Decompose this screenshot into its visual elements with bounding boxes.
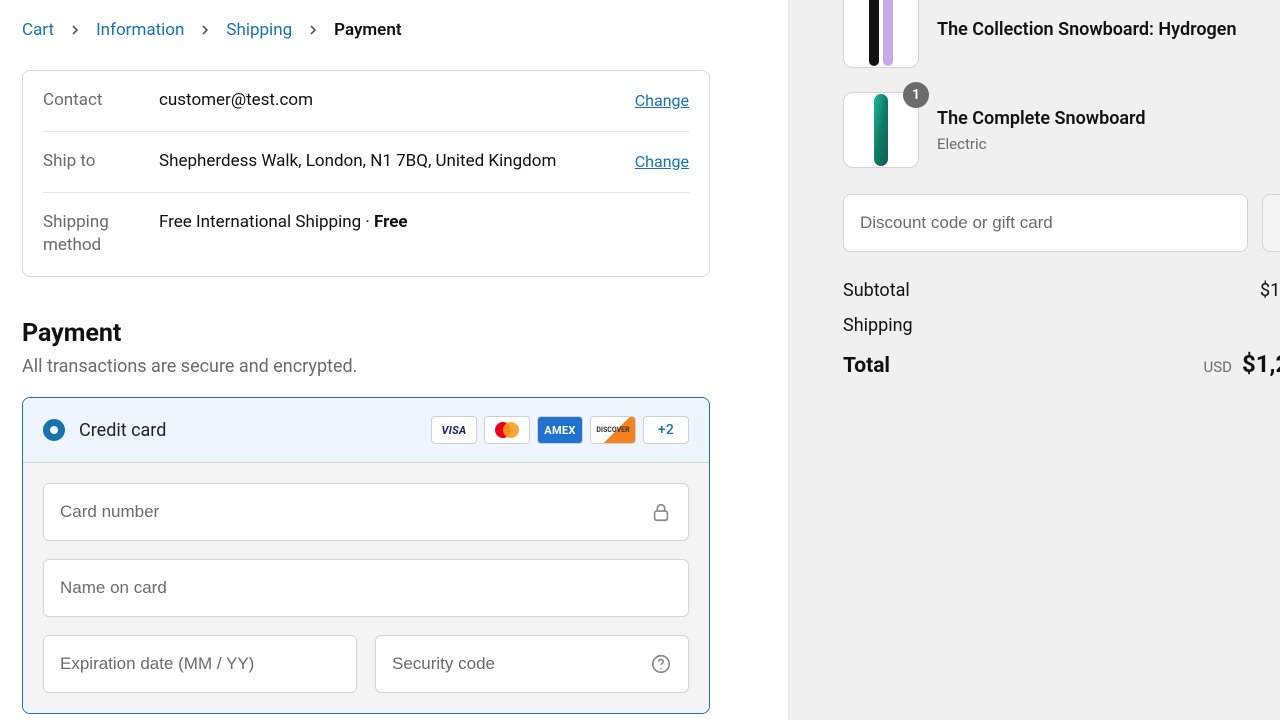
subtotal-label: Subtotal bbox=[843, 280, 1260, 301]
payment-method-block: Credit card VISA AMEX DISCOVER +2 bbox=[22, 397, 710, 714]
lock-icon bbox=[650, 501, 672, 523]
help-icon[interactable] bbox=[650, 653, 672, 675]
change-shipto-link[interactable]: Change bbox=[635, 150, 689, 171]
review-row-contact: Contact customer@test.com Change bbox=[43, 71, 689, 131]
chevron-right-icon bbox=[200, 25, 210, 35]
subtotal-row: Subtotal $1 bbox=[843, 280, 1280, 301]
breadcrumb-payment: Payment bbox=[334, 20, 401, 40]
apply-discount-button[interactable] bbox=[1262, 194, 1280, 252]
card-number-field-wrap bbox=[43, 483, 689, 541]
review-box: Contact customer@test.com Change Ship to… bbox=[22, 70, 710, 277]
mastercard-icon bbox=[484, 416, 530, 444]
product-thumb bbox=[843, 0, 919, 68]
review-label: Shipping method bbox=[43, 211, 159, 259]
payment-fields bbox=[23, 463, 709, 713]
breadcrumb-cart[interactable]: Cart bbox=[22, 20, 54, 40]
total-currency: USD bbox=[1204, 358, 1232, 376]
total-row: Total USD $1,2 bbox=[843, 350, 1280, 378]
cart-item-variant: Electric bbox=[937, 135, 1146, 153]
more-cards-badge: +2 bbox=[643, 416, 689, 444]
review-label: Contact bbox=[43, 89, 159, 113]
chevron-right-icon bbox=[308, 25, 318, 35]
expiration-field-wrap bbox=[43, 635, 357, 693]
change-contact-link[interactable]: Change bbox=[635, 89, 689, 110]
review-label: Ship to bbox=[43, 150, 159, 174]
payment-method-label: Credit card bbox=[79, 420, 431, 441]
amex-icon: AMEX bbox=[537, 416, 583, 444]
shipping-label: Shipping bbox=[843, 315, 1280, 336]
security-code-field[interactable] bbox=[392, 654, 672, 674]
breadcrumb-shipping[interactable]: Shipping bbox=[226, 20, 292, 40]
chevron-right-icon bbox=[70, 25, 80, 35]
total-label: Total bbox=[843, 354, 1204, 378]
review-method-value: Free International Shipping · Free bbox=[159, 211, 689, 235]
visa-icon: VISA bbox=[431, 416, 477, 444]
name-on-card-field-wrap bbox=[43, 559, 689, 617]
discover-icon: DISCOVER bbox=[590, 416, 636, 444]
cart-item: The Collection Snowboard: Hydrogen bbox=[843, 0, 1280, 80]
card-brand-icons: VISA AMEX DISCOVER +2 bbox=[431, 416, 689, 444]
review-row-shipto: Ship to Shepherdess Walk, London, N1 7BQ… bbox=[43, 131, 689, 192]
expiration-field[interactable] bbox=[60, 654, 340, 674]
cart-item-title: The Collection Snowboard: Hydrogen bbox=[937, 18, 1237, 41]
payment-subheading: All transactions are secure and encrypte… bbox=[22, 356, 788, 377]
radio-selected-icon bbox=[43, 419, 65, 441]
security-code-field-wrap bbox=[375, 635, 689, 693]
cart-item-title: The Complete Snowboard bbox=[937, 107, 1146, 130]
name-on-card-field[interactable] bbox=[60, 578, 672, 598]
subtotal-value: $1 bbox=[1260, 280, 1280, 301]
card-number-field[interactable] bbox=[60, 502, 672, 522]
payment-method-credit-card[interactable]: Credit card VISA AMEX DISCOVER +2 bbox=[23, 398, 709, 463]
review-contact-value: customer@test.com bbox=[159, 89, 635, 113]
discount-field-wrap bbox=[843, 194, 1248, 252]
discount-field[interactable] bbox=[860, 213, 1231, 233]
cart-item: 1 The Complete Snowboard Electric bbox=[843, 80, 1280, 180]
quantity-badge: 1 bbox=[903, 82, 929, 108]
shipping-row: Shipping bbox=[843, 315, 1280, 336]
payment-heading: Payment bbox=[22, 319, 788, 348]
review-shipto-value: Shepherdess Walk, London, N1 7BQ, United… bbox=[159, 150, 635, 174]
breadcrumb-information[interactable]: Information bbox=[96, 20, 184, 40]
total-value: $1,2 bbox=[1242, 350, 1280, 378]
review-row-method: Shipping method Free International Shipp… bbox=[43, 192, 689, 277]
breadcrumb: Cart Information Shipping Payment bbox=[22, 20, 788, 40]
order-summary: The Collection Snowboard: Hydrogen 1 The… bbox=[788, 0, 1280, 720]
